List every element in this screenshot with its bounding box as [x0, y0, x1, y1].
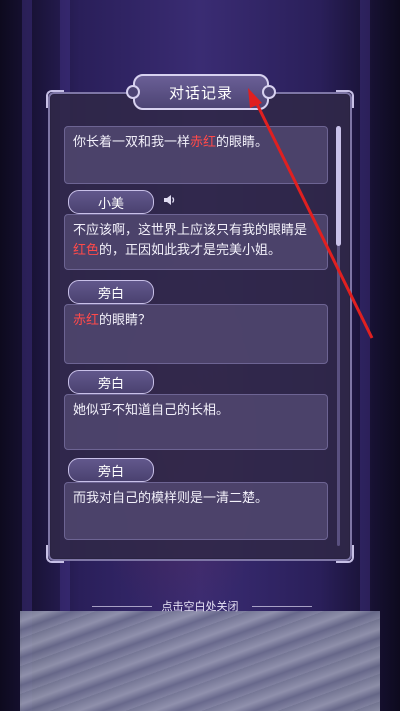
dialog-bubble: 不应该啊，这世界上应该只有我的眼睛是红色的，正因如此我才是完美小姐。 [64, 214, 328, 270]
speaker-icon[interactable] [162, 193, 178, 209]
dialog-highlight: 赤红 [73, 313, 100, 328]
frame-corner [336, 545, 354, 563]
background-floor [20, 611, 380, 711]
dialog-log-panel[interactable]: 你长着一双和我一样赤红的眼睛。 小美 不应该啊，这世界上应该只有我的眼睛是红色的… [46, 90, 354, 563]
scrollbar-thumb[interactable] [336, 126, 341, 246]
dialog-bubble: 而我对自己的模样则是一清二楚。 [64, 482, 328, 540]
dialog-bubble: 赤红的眼睛？ [64, 304, 328, 364]
dialog-text: 她似乎不知道自己的长相。 [73, 403, 230, 418]
frame-corner [46, 545, 64, 563]
frame-corner [46, 90, 64, 108]
dialog-highlight: 赤红 [190, 135, 217, 150]
dialog-text: 的眼睛。 [216, 135, 269, 150]
speaker-tag: 旁白 [68, 370, 154, 394]
close-hint[interactable]: 点击空白处关闭 [0, 598, 400, 614]
dialog-bubble: 她似乎不知道自己的长相。 [64, 394, 328, 450]
dialog-log-title: 对话记录 [126, 74, 276, 110]
dialog-text: 的眼睛？ [99, 313, 152, 328]
dialog-text: 不应该啊，这世界上应该只有我的眼睛是 [73, 223, 308, 238]
speaker-tag: 小美 [68, 190, 154, 214]
dialog-text: 而我对自己的模样则是一清二楚。 [73, 491, 269, 506]
frame-corner [336, 90, 354, 108]
dialog-highlight: 红色 [73, 243, 100, 258]
dialog-text: 的，正因如此我才是完美小姐。 [99, 243, 282, 258]
speaker-tag: 旁白 [68, 280, 154, 304]
dialog-bubble: 你长着一双和我一样赤红的眼睛。 [64, 126, 328, 184]
speaker-tag: 旁白 [68, 458, 154, 482]
dialog-text: 你长着一双和我一样 [73, 135, 191, 150]
